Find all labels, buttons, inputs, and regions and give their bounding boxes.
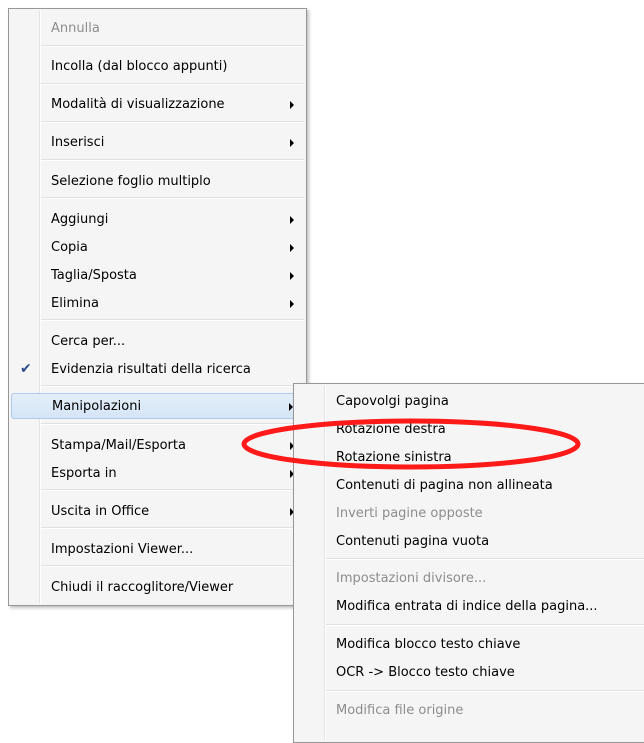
menu-separator [41,489,304,491]
menu-separator [41,197,304,199]
menu-item-label: Modifica blocco testo chiave [336,637,521,652]
sub-item-modifica-file-origine[interactable]: Modifica file origine [296,698,644,724]
menu-item-label: Aggiungi [51,212,109,227]
menu-item-label: Inverti pagine opposte [336,506,483,521]
menu-separator [41,159,304,161]
menu-item-label: Copia [51,240,88,255]
menu-item-label: Annulla [51,21,100,36]
sub-item-rotazione-sinistra[interactable]: Rotazione sinistra [296,445,644,471]
menu-item-label: Inserisci [51,135,105,150]
menu-separator [41,45,304,47]
menu-item-label: Stampa/Mail/Esporta [51,438,186,453]
menu-item-label: Modifica entrata di indice della pagina.… [336,599,598,614]
menu-item-label: Selezione foglio multiplo [51,174,211,189]
menu-item-label: Capovolgi pagina [336,394,449,409]
submenu-arrow-icon [290,300,294,308]
menu-item-label: Rotazione sinistra [336,450,452,465]
main-item-elimina[interactable]: Elimina [11,291,304,317]
menu-item-label: OCR -> Blocco testo chiave [336,665,515,680]
menu-separator [41,83,304,85]
sub-item-inverti-pagine-opposte[interactable]: Inverti pagine opposte [296,501,644,527]
menu-item-label: Cerca per... [51,334,126,349]
menu-item-label: Evidenzia risultati della ricerca [51,362,251,377]
menu-item-label: Impostazioni divisore... [336,571,487,586]
submenu-arrow-icon [290,139,294,147]
sub-item-contenuti-di-pagina-non-allineata[interactable]: Contenuti di pagina non allineata [296,473,644,499]
menu-separator [41,565,304,567]
sub-item-rotazione-destra[interactable]: Rotazione destra [296,417,644,443]
submenu-arrow-icon [290,272,294,280]
menu-item-label: Contenuti pagina vuota [336,534,490,549]
manipolazioni-submenu: Capovolgi pagina Rotazione destra Rotazion… [293,383,644,743]
main-item-esporta-in[interactable]: Esporta in [11,461,304,487]
sub-item-ocr-blocco-testo-chiave[interactable]: OCR -> Blocco testo chiave [296,660,644,686]
submenu-arrow-icon [290,101,294,109]
menu-separator [41,319,304,321]
checkmark-icon: ✔ [20,361,32,377]
menu-item-label: Chiudi il raccoglitore/Viewer [51,580,234,595]
menu-separator [41,423,304,425]
main-item-inserisci[interactable]: Inserisci [11,130,304,156]
menu-separator [41,527,304,529]
main-item-cerca-per[interactable]: Cerca per... [11,329,304,355]
main-item-stampa-mail-esporta[interactable]: Stampa/Mail/Esporta [11,433,304,459]
sub-item-impostazioni-divisore[interactable]: Impostazioni divisore... [296,566,644,592]
sub-item-capovolgi-pagina[interactable]: Capovolgi pagina [296,389,644,415]
menu-separator [326,558,644,560]
menu-item-label: Modalità di visualizzazione [51,97,225,112]
submenu-arrow-icon [290,244,294,252]
menu-item-label: Contenuti di pagina non allineata [336,478,553,493]
menu-item-label: Incolla (dal blocco appunti) [51,59,228,74]
main-item-aggiungi[interactable]: Aggiungi [11,207,304,233]
main-item-annulla[interactable]: Annulla [11,16,304,42]
menu-separator [326,624,644,626]
main-item-selezione-foglio-multiplo[interactable]: Selezione foglio multiplo [11,169,304,195]
sub-item-modifica-entrata-di-indice-della-pagina[interactable]: Modifica entrata di indice della pagina.… [296,594,644,620]
context-menu: Annulla Incolla (dal blocco appunti) Modal… [8,8,307,606]
menu-item-label: Manipolazioni [52,399,142,414]
main-item-evidenzia-risultati-della-ricerca[interactable]: ✔ Evidenzia risultati della ricerca [11,357,304,383]
menu-item-label: Impostazioni Viewer... [51,542,194,557]
main-item-impostazioni-viewer[interactable]: Impostazioni Viewer... [11,537,304,563]
main-item-copia[interactable]: Copia [11,235,304,261]
main-item-uscita-in-office[interactable]: Uscita in Office [11,499,304,525]
main-item-taglia-sposta[interactable]: Taglia/Sposta [11,263,304,289]
menu-separator [326,690,644,692]
menu-separator [41,385,304,387]
main-item-incolla-dal-blocco-appunti[interactable]: Incolla (dal blocco appunti) [11,54,304,80]
submenu-arrow-icon [290,216,294,224]
menu-item-label: Taglia/Sposta [51,268,137,283]
menu-item-label: Modifica file origine [336,703,464,718]
main-item-chiudi-il-raccoglitore-viewer[interactable]: Chiudi il raccoglitore/Viewer [11,575,304,601]
menu-item-label: Esporta in [51,466,117,481]
main-item-manipolazioni[interactable]: Manipolazioni [11,393,304,419]
menu-item-label: Uscita in Office [51,504,150,519]
menu-item-label: Rotazione destra [336,422,446,437]
sub-item-contenuti-pagina-vuota[interactable]: Contenuti pagina vuota [296,529,644,555]
menu-separator [41,121,304,123]
menu-item-label: Elimina [51,296,99,311]
main-item-modalit-di-visualizzazione[interactable]: Modalità di visualizzazione [11,92,304,118]
sub-item-modifica-blocco-testo-chiave[interactable]: Modifica blocco testo chiave [296,632,644,658]
